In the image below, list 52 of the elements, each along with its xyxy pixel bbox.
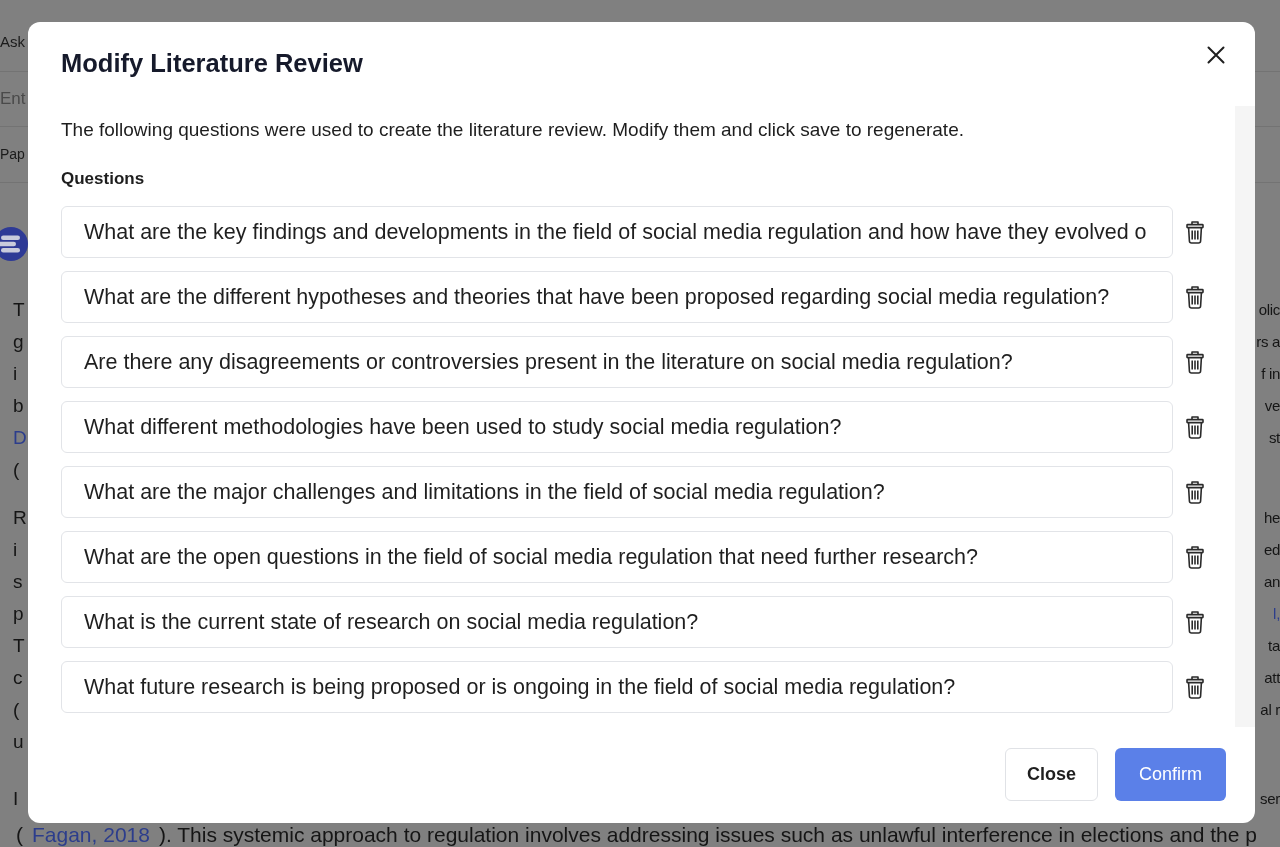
trash-icon[interactable] — [1186, 415, 1204, 439]
paragraph-text: ( Fagan, 2018 ). This systemic approach to regulation involves addressing issues such as unlawful interference in elections and the p — [15, 823, 1258, 847]
close-button[interactable]: Close — [1005, 748, 1098, 801]
nav-tab[interactable]: Ask — [0, 31, 25, 53]
paragraph-text: an — [1263, 573, 1280, 590]
paragraph-text: R — [13, 507, 27, 528]
question-field[interactable]: What are the major challenges and limitations in the field of social media regulation? — [61, 466, 1173, 518]
dialog-title: Modify Literature Review — [61, 48, 363, 78]
paragraph-text: ( — [13, 699, 20, 720]
paragraph-text: ve — [1264, 397, 1280, 414]
paragraph-text: u — [13, 731, 24, 752]
paragraph-text: i — [13, 539, 18, 560]
dialog-description: The following questions were used to create the literature review. Modify them and click save to regenerate. — [61, 118, 965, 142]
question-field[interactable]: What are the different hypotheses and theories that have been proposed regarding social media regulation? — [61, 271, 1173, 323]
paragraph-text: ta — [1268, 637, 1280, 654]
paragraph-text: al r — [1260, 701, 1280, 718]
trash-icon[interactable] — [1186, 480, 1204, 504]
paragraph-text: st — [1268, 429, 1280, 446]
paragraph-text: c — [13, 667, 23, 688]
paragraph-text: p — [13, 603, 24, 624]
question-field[interactable]: Are there any disagreements or controversies present in the literature on social media regulation? — [61, 336, 1173, 388]
paragraph-text: T — [13, 299, 25, 320]
paragraph-text: b — [13, 395, 24, 416]
question-field[interactable]: What are the open questions in the field of social media regulation that need further research? — [61, 531, 1173, 583]
paragraph-text: he — [1263, 509, 1280, 526]
question-field[interactable]: What future research is being proposed or is ongoing in the field of social media regulation? — [61, 661, 1173, 713]
paragraph-text: ser — [1260, 790, 1280, 807]
question-field[interactable]: What is the current state of research on social media regulation? — [61, 596, 1173, 648]
question-field[interactable]: What are the key findings and developments in the field of social media regulation and how have they evolved o — [61, 206, 1173, 258]
tab[interactable]: Pap — [0, 143, 25, 164]
paragraph-text: ed — [1263, 541, 1280, 558]
section-label: Questions — [61, 168, 146, 190]
paragraph-text: att — [1264, 669, 1280, 686]
trash-icon[interactable] — [1186, 545, 1204, 569]
confirm-button[interactable]: Confirm — [1115, 748, 1226, 801]
logo-icon — [0, 226, 28, 262]
close-icon[interactable] — [1207, 46, 1225, 64]
paragraph-text: f in — [1261, 365, 1280, 382]
trash-icon[interactable] — [1186, 285, 1204, 309]
trash-icon[interactable] — [1186, 610, 1204, 634]
paragraph-text: i — [13, 363, 18, 384]
paragraph-text: rs a — [1256, 333, 1280, 350]
paragraph-text: s — [13, 571, 23, 592]
paragraph-text: ( — [13, 459, 20, 480]
trash-icon[interactable] — [1186, 675, 1204, 699]
question-field[interactable]: What different methodologies have been used to study social media regulation? — [61, 401, 1173, 453]
trash-icon[interactable] — [1186, 350, 1204, 374]
paragraph-text: g — [13, 331, 24, 352]
paragraph-text: I — [13, 788, 19, 809]
trash-icon[interactable] — [1186, 220, 1204, 244]
paragraph-text: T — [13, 635, 25, 656]
paragraph-text: olic — [1258, 301, 1280, 318]
